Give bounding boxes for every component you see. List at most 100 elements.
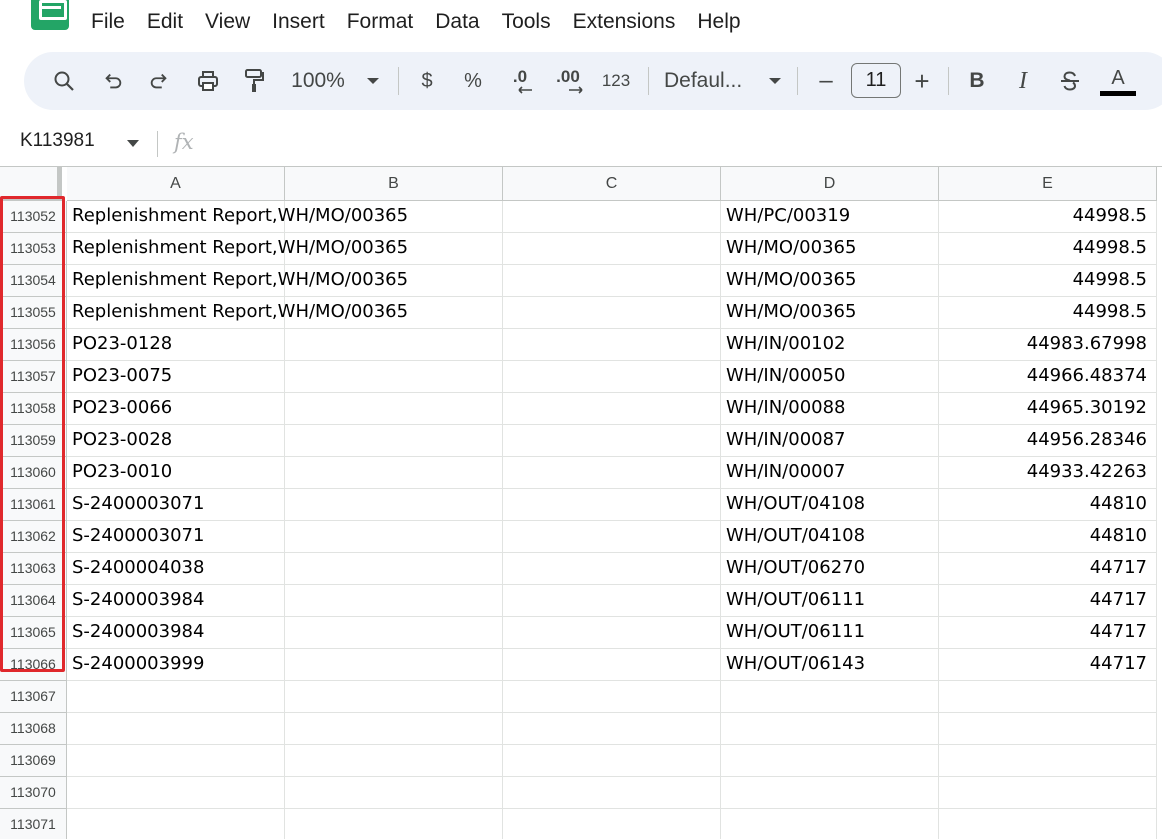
row-header[interactable]: 113070 bbox=[0, 777, 67, 809]
row-header[interactable]: 113068 bbox=[0, 713, 67, 745]
column-header-d[interactable]: D bbox=[721, 167, 939, 201]
column-header-c[interactable]: C bbox=[503, 167, 721, 201]
cell-d[interactable]: WH/OUT/04108 bbox=[721, 489, 939, 521]
cell-c[interactable] bbox=[503, 617, 721, 649]
cell-e[interactable]: 44717 bbox=[939, 553, 1157, 585]
cell-c[interactable] bbox=[503, 745, 721, 777]
row-header[interactable]: 113060 bbox=[0, 457, 67, 489]
cell-a[interactable]: Replenishment Report,WH/MO/00365 bbox=[67, 201, 408, 233]
cell-a[interactable] bbox=[67, 713, 285, 745]
cell-d[interactable]: WH/PC/00319 bbox=[721, 201, 939, 233]
cell-b[interactable] bbox=[285, 617, 503, 649]
cell-b[interactable] bbox=[285, 649, 503, 681]
cell-a[interactable]: PO23-0075 bbox=[67, 361, 285, 393]
row-header[interactable]: 113054 bbox=[0, 265, 67, 297]
decrease-font-size-button[interactable]: – bbox=[812, 52, 840, 110]
name-box[interactable]: K113981 bbox=[20, 130, 95, 152]
cell-d[interactable]: WH/MO/00365 bbox=[721, 265, 939, 297]
menu-insert[interactable]: Insert bbox=[261, 0, 336, 44]
menu-data[interactable]: Data bbox=[424, 0, 490, 44]
cell-a[interactable]: PO23-0010 bbox=[67, 457, 285, 489]
cell-d[interactable]: WH/IN/00087 bbox=[721, 425, 939, 457]
cell-c[interactable] bbox=[503, 457, 721, 489]
cell-b[interactable] bbox=[285, 425, 503, 457]
decrease-decimal-button[interactable]: .0 bbox=[502, 52, 538, 110]
cell-d[interactable]: WH/OUT/04108 bbox=[721, 521, 939, 553]
row-header[interactable]: 113058 bbox=[0, 393, 67, 425]
cell-d[interactable]: WH/IN/00007 bbox=[721, 457, 939, 489]
cell-d[interactable]: WH/OUT/06270 bbox=[721, 553, 939, 585]
cell-c[interactable] bbox=[503, 777, 721, 809]
cell-e[interactable]: 44717 bbox=[939, 617, 1157, 649]
redo-icon[interactable] bbox=[141, 52, 177, 110]
bold-button[interactable]: B bbox=[962, 52, 992, 110]
currency-format-button[interactable]: $ bbox=[412, 52, 442, 110]
cell-b[interactable] bbox=[285, 777, 503, 809]
cell-a[interactable] bbox=[67, 681, 285, 713]
cell-e[interactable]: 44998.5 bbox=[939, 201, 1157, 233]
cell-c[interactable] bbox=[503, 329, 721, 361]
paint-format-icon[interactable] bbox=[236, 52, 272, 110]
row-header[interactable]: 113064 bbox=[0, 585, 67, 617]
cell-a[interactable]: S-2400003984 bbox=[67, 617, 285, 649]
cell-e[interactable]: 44966.48374 bbox=[939, 361, 1157, 393]
cell-a[interactable]: S-2400003999 bbox=[67, 649, 285, 681]
cell-d[interactable] bbox=[721, 713, 939, 745]
cell-d[interactable]: WH/OUT/06111 bbox=[721, 585, 939, 617]
cell-c[interactable] bbox=[503, 585, 721, 617]
cell-a[interactable]: Replenishment Report,WH/MO/00365 bbox=[67, 297, 408, 329]
cell-c[interactable] bbox=[503, 489, 721, 521]
more-formats-button[interactable]: 123 bbox=[596, 52, 636, 110]
cell-e[interactable]: 44717 bbox=[939, 585, 1157, 617]
cell-b[interactable] bbox=[285, 297, 503, 329]
cell-a[interactable]: PO23-0066 bbox=[67, 393, 285, 425]
row-header[interactable]: 113057 bbox=[0, 361, 67, 393]
menu-help[interactable]: Help bbox=[686, 0, 751, 44]
row-header[interactable]: 113052 bbox=[0, 201, 67, 233]
row-header[interactable]: 113056 bbox=[0, 329, 67, 361]
cell-a[interactable]: S-2400003071 bbox=[67, 521, 285, 553]
cell-e[interactable] bbox=[939, 745, 1157, 777]
menu-view[interactable]: View bbox=[194, 0, 261, 44]
cell-b[interactable] bbox=[285, 361, 503, 393]
cell-e[interactable]: 44998.5 bbox=[939, 297, 1157, 329]
cell-e[interactable] bbox=[939, 777, 1157, 809]
print-icon[interactable] bbox=[189, 52, 227, 110]
cell-b[interactable] bbox=[285, 265, 503, 297]
row-header[interactable]: 113055 bbox=[0, 297, 67, 329]
cell-b[interactable] bbox=[285, 713, 503, 745]
cell-e[interactable] bbox=[939, 713, 1157, 745]
cell-e[interactable]: 44810 bbox=[939, 521, 1157, 553]
cell-e[interactable]: 44998.5 bbox=[939, 265, 1157, 297]
row-header[interactable]: 113067 bbox=[0, 681, 67, 713]
cell-b[interactable] bbox=[285, 233, 503, 265]
cell-c[interactable] bbox=[503, 425, 721, 457]
cell-b[interactable] bbox=[285, 553, 503, 585]
cell-b[interactable] bbox=[285, 201, 503, 233]
cell-d[interactable]: WH/IN/00088 bbox=[721, 393, 939, 425]
cell-b[interactable] bbox=[285, 521, 503, 553]
cell-e[interactable]: 44965.30192 bbox=[939, 393, 1157, 425]
column-header-b[interactable]: B bbox=[285, 167, 503, 201]
row-header[interactable]: 113066 bbox=[0, 649, 67, 681]
cell-b[interactable] bbox=[285, 681, 503, 713]
row-header[interactable]: 113063 bbox=[0, 553, 67, 585]
cell-a[interactable] bbox=[67, 745, 285, 777]
row-header[interactable]: 113065 bbox=[0, 617, 67, 649]
cell-e[interactable]: 44983.67998 bbox=[939, 329, 1157, 361]
cell-b[interactable] bbox=[285, 393, 503, 425]
row-header[interactable]: 113071 bbox=[0, 809, 67, 839]
cell-c[interactable] bbox=[503, 649, 721, 681]
menu-extensions[interactable]: Extensions bbox=[562, 0, 687, 44]
menu-file[interactable]: File bbox=[80, 0, 136, 44]
cell-e[interactable]: 44956.28346 bbox=[939, 425, 1157, 457]
row-header[interactable]: 113059 bbox=[0, 425, 67, 457]
search-menus-icon[interactable] bbox=[46, 52, 82, 110]
cell-d[interactable] bbox=[721, 745, 939, 777]
cell-e[interactable] bbox=[939, 681, 1157, 713]
row-header[interactable]: 113069 bbox=[0, 745, 67, 777]
cell-d[interactable] bbox=[721, 809, 939, 839]
name-box-dropdown-icon[interactable] bbox=[127, 140, 139, 147]
cell-b[interactable] bbox=[285, 457, 503, 489]
cell-d[interactable]: WH/MO/00365 bbox=[721, 297, 939, 329]
